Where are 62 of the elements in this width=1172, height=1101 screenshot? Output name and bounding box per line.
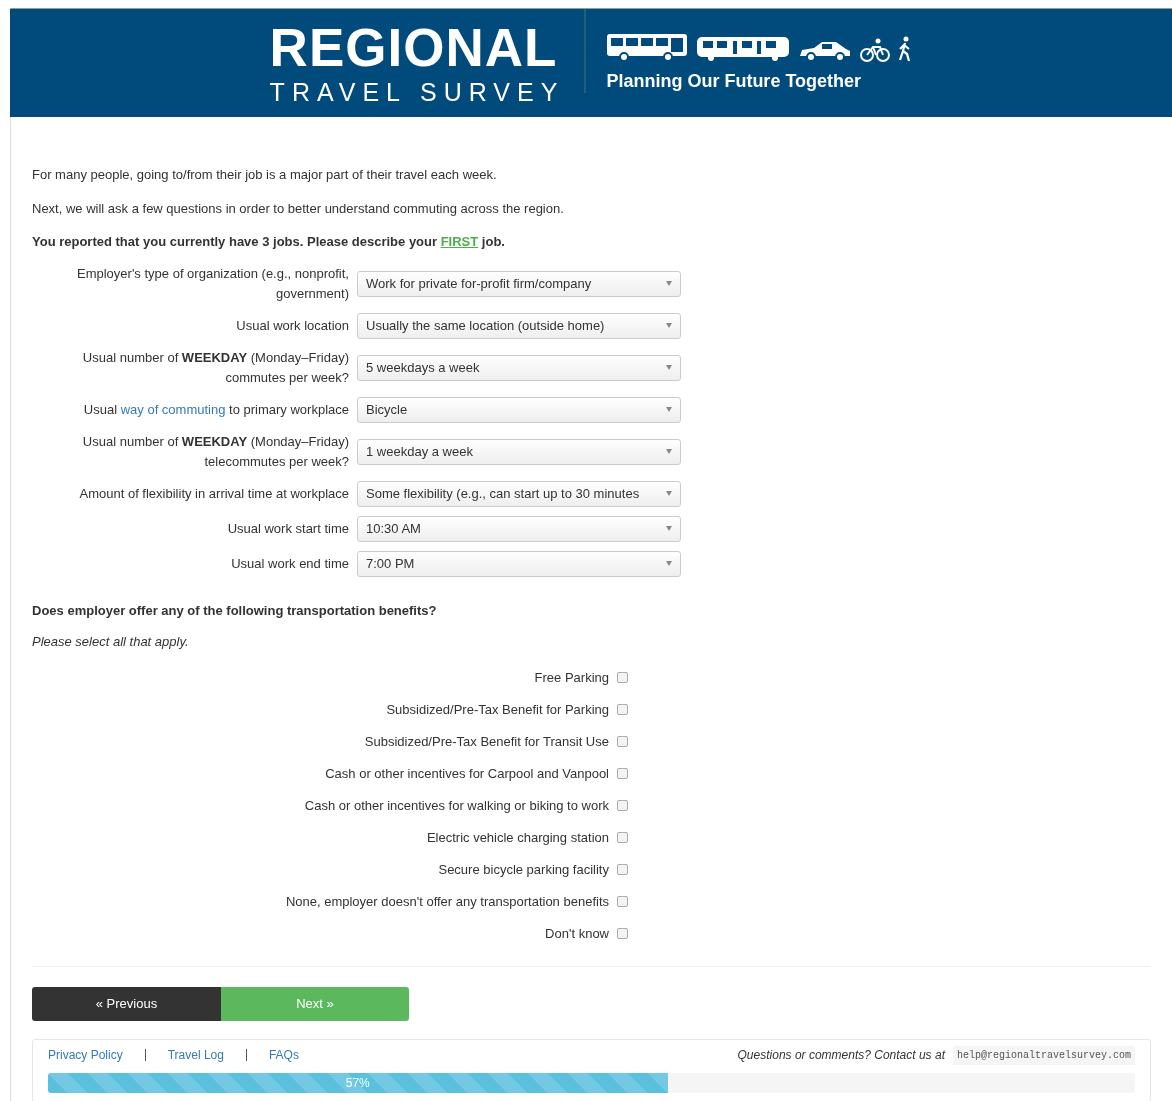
select-field[interactable]: 10:30 AM [357, 515, 681, 542]
select-field[interactable]: 1 weekday a week [357, 438, 681, 465]
checkbox[interactable] [617, 832, 628, 843]
checkbox[interactable] [617, 800, 628, 811]
caret-icon [666, 323, 672, 328]
caret-icon [666, 281, 672, 286]
select-field[interactable]: 5 weekdays a week [357, 354, 681, 381]
checkbox[interactable] [617, 672, 628, 683]
field-label: Usual work end time [230, 554, 349, 573]
checkbox-label: Free Parking [534, 668, 609, 687]
checkbox-label: Don't know [545, 924, 609, 943]
select-field[interactable]: Usually the same location (outside home) [357, 312, 681, 339]
footer-link[interactable]: Travel Log [167, 1046, 224, 1064]
intro-text: Next, we will ask a few questions in order to better understand commuting across the region. [32, 199, 565, 218]
caret-icon [666, 491, 672, 496]
caret-icon [666, 365, 672, 370]
select-field[interactable]: Work for private for-profit firm/company [357, 270, 681, 297]
checkbox[interactable] [617, 736, 628, 747]
contact-email: help@regionaltravelsurvey.com [952, 1045, 1135, 1065]
tagline: Planning Our Future Together [606, 69, 863, 93]
previous-button[interactable]: « Previous [32, 986, 221, 1021]
checkbox[interactable] [617, 896, 628, 907]
checkbox-label: None, employer doesn't offer any transportation benefits [285, 892, 609, 911]
checkbox[interactable] [617, 768, 628, 779]
field-label: Employer's type of organization (e.g., nonprofit, government) [75, 264, 349, 303]
footer-link[interactable]: Privacy Policy [48, 1046, 123, 1064]
benefits-question: Does employer offer any of the following transportation benefits? [32, 601, 438, 620]
commuting-link[interactable]: way of commuting [120, 401, 226, 417]
caret-icon [666, 407, 672, 412]
checkbox-label: Subsidized/Pre-Tax Benefit for Parking [386, 700, 609, 719]
cyclist-icon [860, 37, 891, 62]
field-label: Usual number of WEEKDAY (Monday–Friday) telecommutes per week? [81, 432, 349, 471]
footer-link[interactable]: FAQs [268, 1046, 299, 1064]
field-label: Usual way of commuting to primary workplace [82, 400, 349, 419]
select-field[interactable]: Bicycle [357, 396, 681, 423]
question-text: You reported that you currently have 3 jobs. Please describe your FIRST job. [32, 233, 506, 251]
caret-icon [666, 561, 672, 566]
field-label: Usual number of WEEKDAY (Monday–Friday) commutes per week? [81, 348, 349, 387]
checkbox-label: Cash or other incentives for Carpool and Vanpool [325, 764, 609, 783]
walker-icon [898, 35, 913, 62]
bus-icon [606, 31, 689, 62]
caret-icon [666, 526, 672, 531]
select-field[interactable]: 7:00 PM [357, 550, 681, 577]
checkbox-label: Electric vehicle charging station [426, 828, 609, 847]
contact-text: Questions or comments? Contact us at [737, 1047, 945, 1064]
select-field[interactable]: Some flexibility (e.g., can start up to 30 minutes [357, 480, 681, 507]
field-label: Usual work location [235, 316, 349, 335]
car-icon [798, 39, 853, 62]
field-label: Amount of flexibility in arrival time at workplace [78, 484, 349, 503]
checkbox-label: Secure bicycle parking facility [438, 860, 609, 879]
checkbox[interactable] [617, 704, 628, 715]
checkbox-label: Cash or other incentives for walking or biking to work [304, 796, 609, 815]
field-label: Usual work start time [226, 519, 349, 538]
logo-title: REGIONAL [269, 21, 559, 74]
checkbox-label: Subsidized/Pre-Tax Benefit for Transit Use [364, 732, 609, 751]
caret-icon [666, 449, 672, 454]
progress-fill: 57% [48, 1072, 668, 1093]
intro-text: For many people, going to/from their job is a major part of their travel each week. [32, 166, 498, 184]
logo-subtitle: TRAVEL SURVEY [269, 80, 565, 105]
checkbox[interactable] [617, 928, 628, 939]
checkbox[interactable] [617, 864, 628, 875]
benefits-hint: Please select all that apply. [32, 633, 190, 651]
